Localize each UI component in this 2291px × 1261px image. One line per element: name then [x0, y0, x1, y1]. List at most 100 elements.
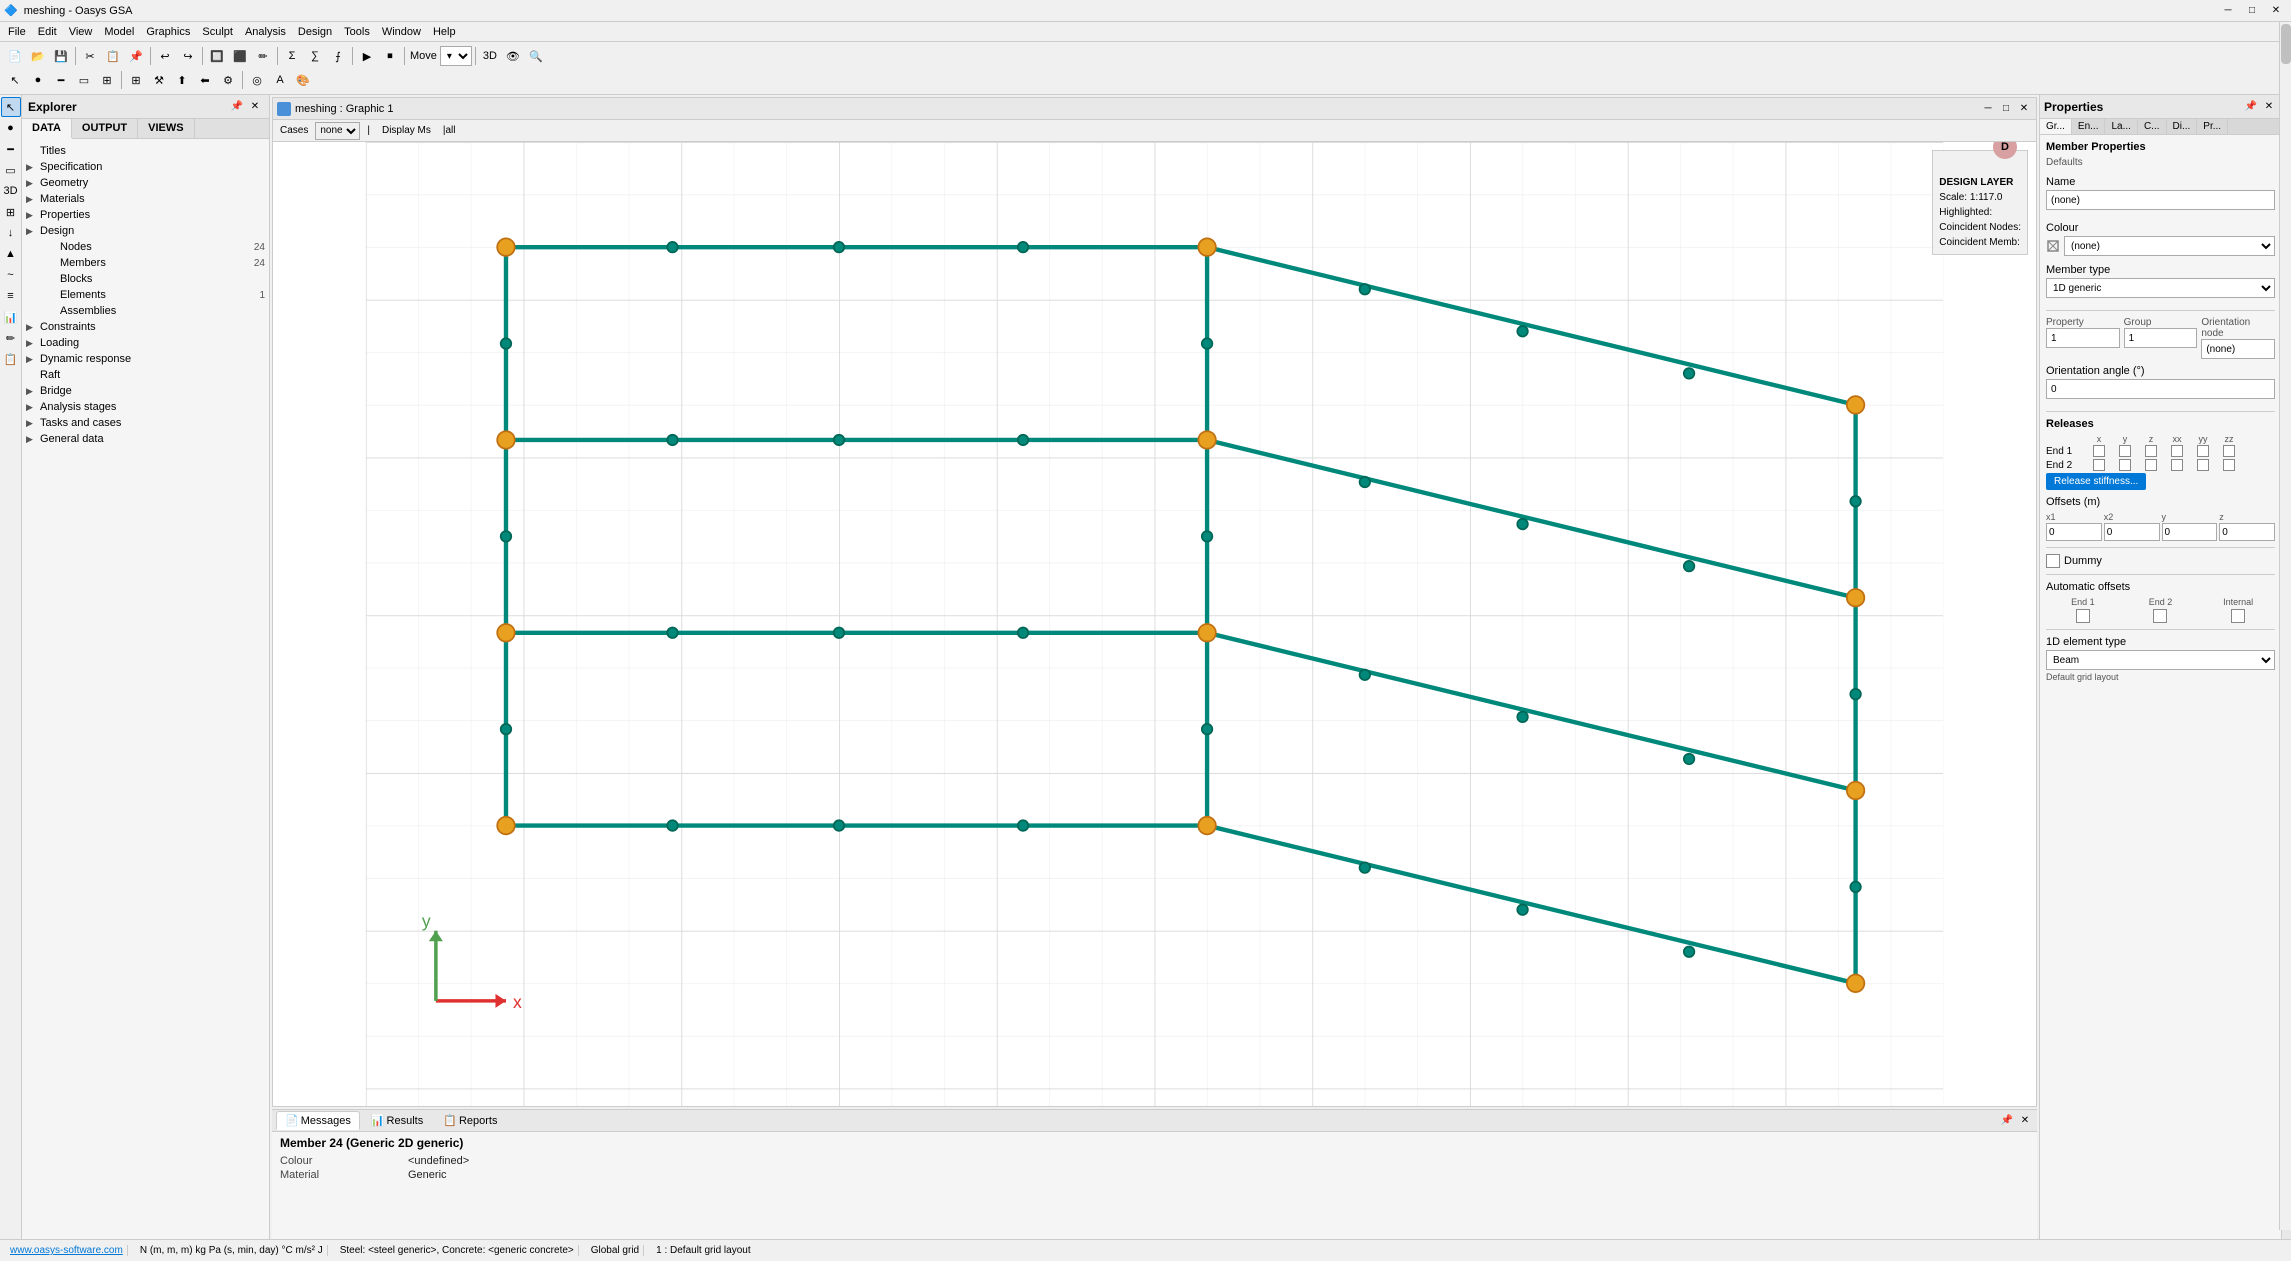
tree-item[interactable]: ▶Materials [22, 191, 269, 207]
select-mode-button[interactable]: ↖ [4, 69, 26, 91]
left-icon-results[interactable]: 📊 [1, 307, 21, 327]
copy-button[interactable]: 📋 [102, 45, 124, 67]
save-button[interactable]: 💾 [50, 45, 72, 67]
colour-select[interactable]: (none) [2064, 236, 2275, 256]
explorer-pin-button[interactable]: 📌 [229, 99, 245, 115]
graphic-maximize-button[interactable]: □ [1998, 101, 2014, 117]
minimize-button[interactable]: ─ [2217, 3, 2239, 19]
explorer-tab-views[interactable]: VIEWS [138, 119, 194, 138]
display-ms-button[interactable]: Display Ms [377, 123, 436, 138]
tools2-button[interactable]: ⚙ [217, 69, 239, 91]
name-input[interactable] [2046, 190, 2275, 210]
tree-item[interactable]: ▶Design [22, 223, 269, 239]
sigma-button[interactable]: Σ [281, 45, 303, 67]
messages-tab-messages[interactable]: 📄 Messages [276, 1111, 360, 1130]
cases-select[interactable]: none [315, 122, 360, 140]
end1-z-checkbox[interactable] [2145, 445, 2157, 457]
zoom-button[interactable]: 🔍 [525, 45, 547, 67]
end1-xx-checkbox[interactable] [2171, 445, 2183, 457]
all-button[interactable]: |all [438, 123, 461, 138]
tree-item[interactable]: ▶Bridge [22, 383, 269, 399]
tree-item[interactable]: Raft [22, 367, 269, 383]
website-link[interactable]: www.oasys-software.com [6, 1245, 128, 1256]
messages-tab-results[interactable]: 📊 Results [362, 1111, 432, 1130]
cut-button[interactable]: ✂ [79, 45, 101, 67]
left-icon-cursor[interactable]: ↖ [1, 97, 21, 117]
fx-button[interactable]: ⨍ [327, 45, 349, 67]
menu-item-window[interactable]: Window [376, 24, 427, 40]
prop-tab-la[interactable]: La... [2105, 119, 2137, 134]
member-button[interactable]: ━ [50, 69, 72, 91]
tree-item[interactable]: ▶Constraints [22, 319, 269, 335]
tree-item[interactable]: ▶General data [22, 431, 269, 447]
end1-y-checkbox[interactable] [2119, 445, 2131, 457]
tree-item[interactable]: Blocks [22, 271, 269, 287]
tree-item[interactable]: Elements1 [22, 287, 269, 303]
messages-tab-reports[interactable]: 📋 Reports [434, 1111, 506, 1130]
end1-yy-checkbox[interactable] [2197, 445, 2209, 457]
left-icon-area[interactable]: ▭ [1, 160, 21, 180]
left-icon-support[interactable]: ▲ [1, 244, 21, 264]
end1-x-checkbox[interactable] [2093, 445, 2105, 457]
tree-item[interactable]: ▶Specification [22, 159, 269, 175]
prop-tab-c[interactable]: C... [2138, 119, 2167, 134]
messages-pin-button[interactable]: 📌 [1999, 1113, 2015, 1129]
end2-yy-checkbox[interactable] [2197, 459, 2209, 471]
auto-internal-checkbox[interactable] [2231, 609, 2245, 623]
close-button[interactable]: ✕ [2265, 3, 2287, 19]
prop-tab-di[interactable]: Di... [2167, 119, 2198, 134]
view3d-button[interactable]: 3D [479, 45, 501, 67]
end1-zz-checkbox[interactable] [2223, 445, 2235, 457]
undo-button[interactable]: ↩ [154, 45, 176, 67]
stop-button[interactable]: ⏹ [379, 45, 401, 67]
menu-item-design[interactable]: Design [292, 24, 338, 40]
auto-end2-checkbox[interactable] [2153, 609, 2167, 623]
canvas-area[interactable]: x y D DESIGN LAYER Scale: 1:117.0 Highli… [273, 142, 2036, 1106]
left-icon-mesh[interactable]: ⊞ [1, 202, 21, 222]
auto-end1-checkbox[interactable] [2076, 609, 2090, 623]
move-dropdown[interactable]: ▾ [440, 46, 472, 66]
snap-grid-button[interactable]: ⊞ [125, 69, 147, 91]
property-input[interactable] [2046, 328, 2120, 348]
dummy-checkbox[interactable] [2046, 554, 2060, 568]
tree-item[interactable]: ▶Tasks and cases [22, 415, 269, 431]
graphic-close-button[interactable]: ✕ [2016, 101, 2032, 117]
explorer-tab-output[interactable]: OUTPUT [72, 119, 138, 138]
view-button[interactable]: 👁 [502, 45, 524, 67]
graphic-minimize-button[interactable]: ─ [1980, 101, 1996, 117]
offset-y-input[interactable] [2162, 523, 2218, 541]
elem-type-select[interactable]: Beam [2046, 650, 2275, 670]
left-icon-analyze[interactable]: ≡ [1, 286, 21, 306]
menu-item-analysis[interactable]: Analysis [239, 24, 292, 40]
extrude-button[interactable]: ⬆ [171, 69, 193, 91]
display-button[interactable]: ◎ [246, 69, 268, 91]
left-icon-line[interactable]: ━ [1, 139, 21, 159]
tree-item[interactable]: Titles [22, 143, 269, 159]
redo-button[interactable]: ↪ [177, 45, 199, 67]
orientation-angle-input[interactable] [2046, 379, 2275, 399]
render-button[interactable]: 🎨 [292, 69, 314, 91]
menu-item-view[interactable]: View [63, 24, 99, 40]
run-analysis-button[interactable]: ▶ [356, 45, 378, 67]
group-input[interactable] [2124, 328, 2198, 348]
select-button[interactable]: ⬛ [229, 45, 251, 67]
draw-button[interactable]: ✏ [252, 45, 274, 67]
prop-close-button[interactable]: ✕ [2261, 99, 2277, 115]
offset-x2-input[interactable] [2104, 523, 2160, 541]
explorer-tab-data[interactable]: DATA [22, 119, 72, 139]
orientation-node-input[interactable] [2201, 339, 2275, 359]
menu-item-sculpt[interactable]: Sculpt [196, 24, 239, 40]
tree-item[interactable]: ▶Analysis stages [22, 399, 269, 415]
end2-zz-checkbox[interactable] [2223, 459, 2235, 471]
menu-item-model[interactable]: Model [98, 24, 140, 40]
node-button[interactable]: ● [27, 69, 49, 91]
member-type-select[interactable]: 1D generic [2046, 278, 2275, 298]
tree-item[interactable]: ▶Dynamic response [22, 351, 269, 367]
snap-button[interactable]: 🔲 [206, 45, 228, 67]
prop-tab-en[interactable]: En... [2072, 119, 2106, 134]
sculpt-button[interactable]: ⚒ [148, 69, 170, 91]
messages-close-button[interactable]: ✕ [2017, 1113, 2033, 1129]
prop-pin-button[interactable]: 📌 [2243, 99, 2259, 115]
area-button[interactable]: ▭ [73, 69, 95, 91]
left-icon-3d[interactable]: 3D [1, 181, 21, 201]
